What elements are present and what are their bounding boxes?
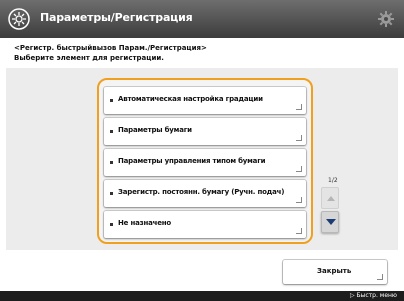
bullet-icon <box>110 99 113 102</box>
status-bar: ▷ Быстр. меню <box>0 291 404 301</box>
list-item-label: Параметры бумаги <box>118 126 192 134</box>
gear-icon[interactable] <box>377 10 395 28</box>
arrow-down-icon <box>326 219 336 225</box>
bullet-icon <box>110 161 113 164</box>
scroll-down-button[interactable] <box>321 211 339 233</box>
arrow-up-icon <box>327 196 335 201</box>
list-item-paper-settings[interactable]: Параметры бумаги <box>104 118 306 145</box>
bullet-icon <box>110 192 113 195</box>
list-item-auto-gradation[interactable]: Автоматическая настройка градации <box>104 87 306 114</box>
list-item-label: Параметры управления типом бумаги <box>118 157 266 165</box>
corner-indicator-icon <box>296 197 302 203</box>
corner-indicator-icon <box>296 228 302 234</box>
list-item-label: Автоматическая настройка градации <box>118 95 263 103</box>
list-item-label: Зарегистр. постоянн. бумагу (Ручн. подач… <box>118 188 285 196</box>
instruction-line-2: Выберите элемент для регистрации. <box>14 54 164 62</box>
corner-indicator-icon <box>296 135 302 141</box>
instruction-line-1: <Регистр. быстрыйвызов Парам./Регистраци… <box>14 44 207 52</box>
close-button[interactable]: Закрыть <box>283 260 387 284</box>
settings-registration-icon <box>8 8 30 30</box>
corner-indicator-icon <box>296 104 302 110</box>
quick-menu-button[interactable]: ▷ Быстр. меню <box>350 292 397 299</box>
list-item-paper-type-management[interactable]: Параметры управления типом бумаги <box>104 149 306 176</box>
corner-indicator-icon <box>377 274 383 280</box>
page-indicator: 1/2 <box>328 177 338 184</box>
close-button-label: Закрыть <box>317 267 352 275</box>
title-bar: Параметры/Регистрация <box>0 0 404 38</box>
list-item-label: Не назначено <box>118 219 172 227</box>
bullet-icon <box>110 130 113 133</box>
bullet-icon <box>110 223 113 226</box>
instruction-text: <Регистр. быстрыйвызов Парам./Регистраци… <box>14 43 374 63</box>
list-item-register-bypass-paper[interactable]: Зарегистр. постоянн. бумагу (Ручн. подач… <box>104 180 306 207</box>
corner-indicator-icon <box>296 166 302 172</box>
scroll-up-button[interactable] <box>321 187 339 209</box>
page-title: Параметры/Регистрация <box>40 11 193 24</box>
list-item-not-assigned[interactable]: Не назначено <box>104 211 306 238</box>
